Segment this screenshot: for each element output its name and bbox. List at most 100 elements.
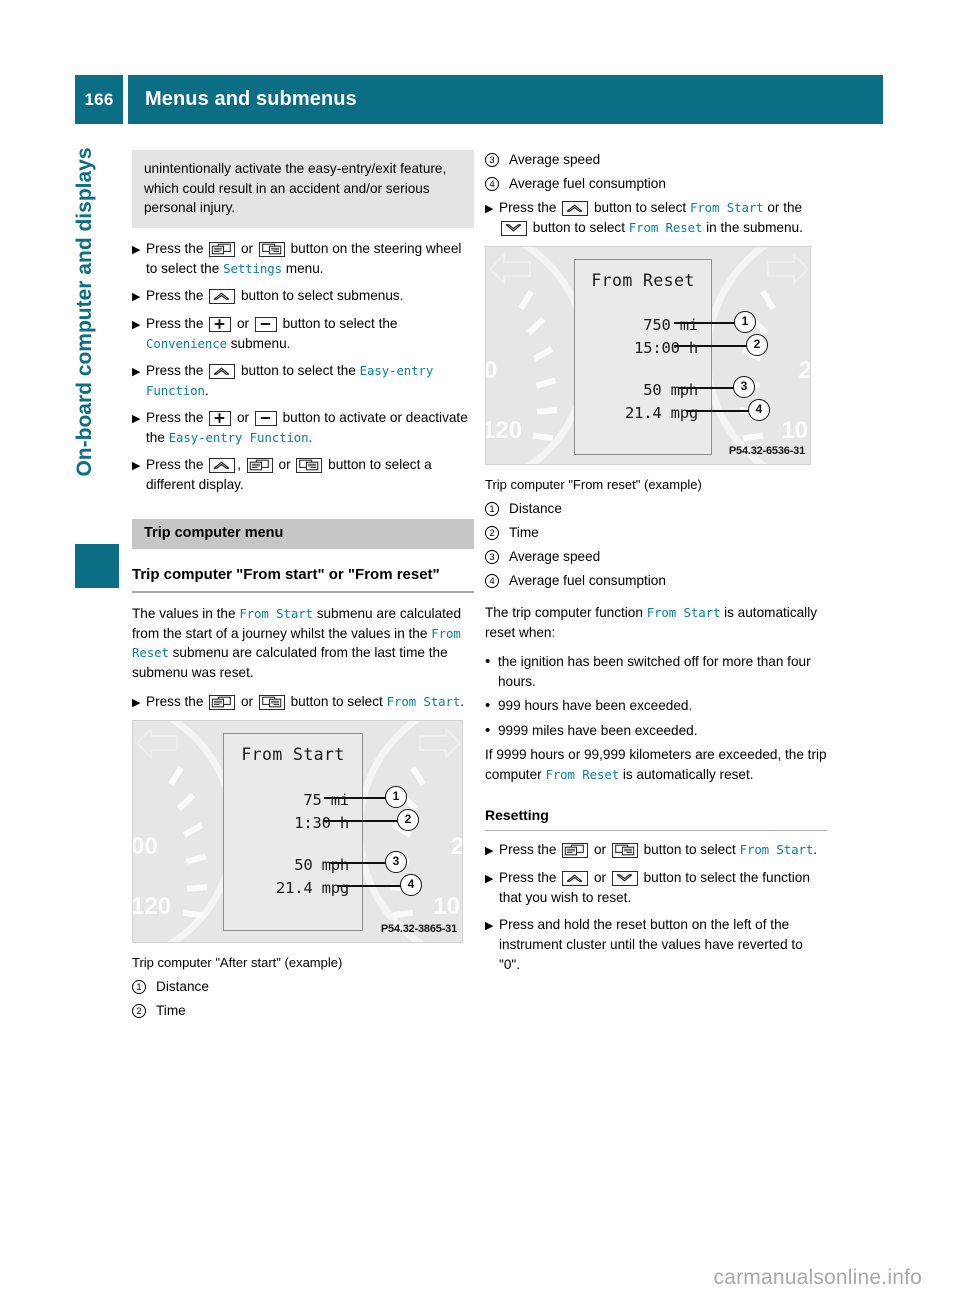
legend-item: 3 Average speed bbox=[485, 547, 827, 567]
callout-marker-2: 2 bbox=[746, 334, 768, 356]
dial-number-left-lower: 120 bbox=[485, 417, 523, 444]
callout-marker-4: 4 bbox=[400, 874, 422, 896]
page-left-button-icon[interactable] bbox=[562, 843, 589, 858]
ui-string: Convenience bbox=[146, 335, 227, 351]
footer-watermark: carmanualsonline.info bbox=[713, 1266, 922, 1289]
step-arrow-icon: ▶ bbox=[132, 697, 141, 709]
instruction-step: ▶ Press the button to select submenus. bbox=[132, 286, 474, 307]
page-right-button-icon[interactable] bbox=[258, 695, 285, 710]
callout-marker-4: 4 bbox=[748, 399, 770, 421]
lcd-value-time: 15:00 h bbox=[634, 339, 698, 357]
page-right-button-icon[interactable] bbox=[296, 457, 323, 473]
dial-number-right: 2 bbox=[798, 357, 811, 384]
plus-button-icon[interactable] bbox=[209, 316, 232, 332]
legend-item: 1 Distance bbox=[132, 977, 474, 997]
legend-label: Time bbox=[156, 1003, 186, 1018]
lcd-display: From Start 75 mi 1:30 h 50 mph 21.4 mpg bbox=[223, 733, 363, 931]
auto-reset-bullets: • the ignition has been switched off for … bbox=[485, 652, 827, 740]
instruction-step: ▶ Press the , or button to select a diffe… bbox=[132, 455, 474, 495]
figure-reference-code: P54.32-3865-31 bbox=[380, 922, 457, 935]
callout-line-1 bbox=[674, 322, 736, 324]
up-arrow-button-icon[interactable] bbox=[562, 871, 589, 886]
page-right-button-icon[interactable] bbox=[611, 843, 638, 858]
callout-line-2 bbox=[324, 820, 399, 822]
minus-button-icon[interactable] bbox=[254, 410, 277, 426]
bullet-item: • the ignition has been switched off for … bbox=[485, 652, 827, 691]
instruction-step: ▶ Press the or button to select the Conve… bbox=[132, 314, 474, 354]
lcd-value-avg-fuel: 21.4 mpg bbox=[275, 879, 349, 897]
lcd-value-distance: 750 mi bbox=[643, 316, 698, 334]
plus-button-icon[interactable] bbox=[209, 410, 232, 426]
bullet-item: • 9999 miles have been exceeded. bbox=[485, 721, 827, 741]
circled-number-icon: 4 bbox=[485, 574, 499, 588]
figure-caption: Trip computer "After start" (example) bbox=[132, 955, 343, 970]
bullet-text: 9999 miles have been exceeded. bbox=[498, 722, 698, 738]
ui-string: From Start bbox=[739, 842, 814, 857]
dial-number-left: 00 bbox=[132, 833, 158, 860]
ui-string: Easy-entry Function bbox=[168, 429, 309, 445]
manual-page: 166 Menus and submenus On-board computer… bbox=[0, 0, 960, 1302]
instruction-step: ▶ Press the or button to select From Star… bbox=[485, 840, 827, 861]
bullet-text: 999 hours have been exceeded. bbox=[498, 698, 693, 713]
left-steps-list: ▶ Press the or button on the steering whe… bbox=[132, 239, 474, 495]
right-column: 3 Average speed 4 Average fuel consumption … bbox=[485, 150, 827, 982]
up-arrow-button-icon[interactable] bbox=[562, 201, 589, 216]
ui-string: Easy-entry Function bbox=[146, 362, 434, 398]
step-arrow-icon: ▶ bbox=[485, 873, 494, 885]
dial-number-right-lower: 10 bbox=[781, 417, 808, 444]
step-arrow-icon: ▶ bbox=[485, 203, 494, 215]
instruction-step: ▶ Press the or button to select From Star… bbox=[132, 692, 474, 713]
instruction-step: ▶ Press the or button to activate or deac… bbox=[132, 408, 474, 448]
lcd-title: From Start bbox=[241, 745, 345, 764]
down-arrow-button-icon[interactable] bbox=[611, 871, 638, 886]
circled-number-icon: 2 bbox=[132, 1004, 146, 1018]
circled-number-icon: 3 bbox=[485, 550, 499, 564]
callout-marker-1: 1 bbox=[734, 311, 756, 333]
step-text: Press the or button on the steering whee… bbox=[146, 240, 462, 276]
legend-label: Distance bbox=[509, 501, 562, 516]
chapter-side-tab: On-board computer and displays bbox=[0, 140, 120, 588]
ui-string: From Reset bbox=[545, 766, 620, 782]
minus-button-icon[interactable] bbox=[254, 316, 277, 332]
legend-number: 2 bbox=[132, 1001, 156, 1018]
callout-line-1 bbox=[324, 797, 387, 799]
legend-label: Distance bbox=[156, 979, 209, 994]
page-left-button-icon[interactable] bbox=[209, 241, 236, 257]
callout-line-3 bbox=[329, 862, 387, 864]
page-left-button-icon[interactable] bbox=[246, 457, 273, 473]
up-arrow-button-icon[interactable] bbox=[209, 288, 236, 304]
step-arrow-icon: ▶ bbox=[132, 412, 141, 425]
callout-marker-3: 3 bbox=[385, 851, 407, 873]
callout-line-4 bbox=[338, 885, 402, 887]
instruction-step: ▶ Press the or button on the steering whe… bbox=[132, 239, 474, 279]
up-arrow-button-icon[interactable] bbox=[209, 457, 236, 473]
step-text: Press the or button to select the Conven… bbox=[146, 315, 398, 351]
legend-label: Average fuel consumption bbox=[509, 176, 666, 191]
step-arrow-icon: ▶ bbox=[132, 290, 141, 303]
section-heading-bar: Trip computer menu bbox=[132, 518, 474, 549]
page-right-button-icon[interactable] bbox=[258, 241, 285, 257]
bullet-dot-icon: • bbox=[485, 653, 491, 670]
figure-from-start: 00 120 2 10 From Start 75 mi 1:30 h 50 m… bbox=[132, 720, 463, 943]
chapter-side-tab-label: On-board computer and displays bbox=[73, 147, 96, 477]
step-arrow-icon: ▶ bbox=[132, 459, 141, 472]
legend-label: Time bbox=[509, 525, 539, 540]
step-arrow-icon: ▶ bbox=[485, 920, 494, 932]
step-select-from-start: ▶ Press the or button to select From Star… bbox=[132, 692, 474, 713]
figure-reference-code: P54.32-6536-31 bbox=[728, 444, 805, 457]
legend-number: 3 bbox=[485, 547, 509, 564]
step-text: Press the or button to select the functi… bbox=[499, 870, 810, 905]
ui-string: From Start bbox=[646, 605, 721, 620]
instruction-step: ▶ Press the button to select the Easy-ent… bbox=[132, 361, 474, 401]
step-text: Press the button to select submenus. bbox=[146, 287, 404, 304]
step-arrow-icon: ▶ bbox=[485, 845, 494, 857]
circled-number-icon: 1 bbox=[485, 502, 499, 516]
legend-label: Average fuel consumption bbox=[509, 573, 666, 588]
step-text: Press the , or button to select a differ… bbox=[146, 456, 432, 492]
page-left-button-icon[interactable] bbox=[209, 695, 236, 710]
down-arrow-button-icon[interactable] bbox=[501, 221, 527, 236]
legend-item: 1 Distance bbox=[485, 499, 827, 519]
legend-item: 3 Average speed bbox=[485, 150, 827, 170]
legend-item: 2 Time bbox=[132, 1001, 474, 1021]
up-arrow-button-icon[interactable] bbox=[209, 363, 236, 379]
